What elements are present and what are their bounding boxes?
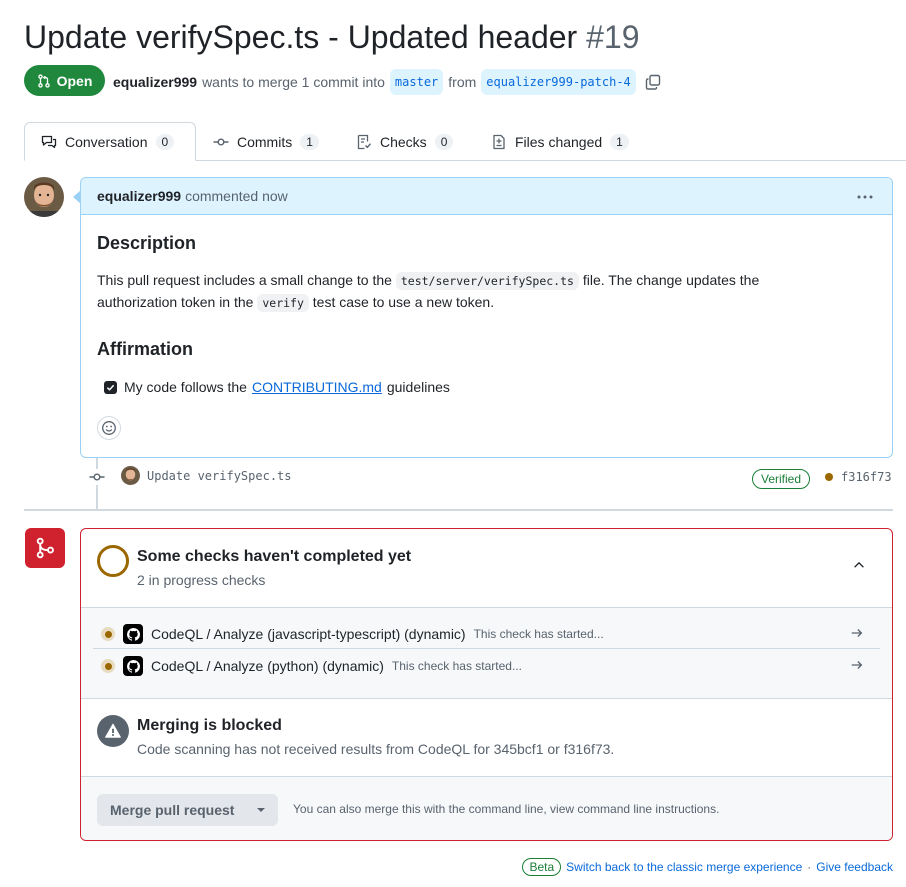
- base-branch[interactable]: master: [389, 69, 444, 95]
- pending-status-icon[interactable]: [825, 473, 833, 481]
- beta-badge: Beta: [522, 858, 562, 876]
- comment-author[interactable]: equalizer999: [97, 188, 181, 204]
- merge-pull-request-button[interactable]: Merge pull request: [97, 794, 278, 826]
- description-line-1: This pull request includes a small chang…: [97, 269, 759, 292]
- affirmation-heading: Affirmation: [97, 339, 193, 359]
- check-separator: [93, 648, 880, 649]
- tab-commits-count: 1: [300, 133, 319, 150]
- commit-icon: [213, 137, 229, 145]
- pr-meta: equalizer999 wants to merge 1 commit int…: [113, 69, 661, 95]
- blocked-title: Merging is blocked: [137, 717, 282, 734]
- kebab-menu-icon[interactable]: [856, 189, 874, 205]
- check-status: This check has started...: [473, 627, 604, 641]
- comment-time[interactable]: commented now: [185, 188, 288, 204]
- footer-separator: ·: [807, 860, 812, 874]
- head-branch[interactable]: equalizer999-patch-4: [481, 69, 636, 95]
- comment-box: equalizer999 commented now Description T…: [80, 177, 893, 458]
- desc-text-1a: This pull request includes a small chang…: [97, 272, 392, 288]
- chevron-down-icon[interactable]: [257, 808, 265, 812]
- tab-files-changed[interactable]: Files changed 1: [491, 122, 629, 161]
- checks-summary[interactable]: Some checks haven't completed yet 2 in p…: [81, 529, 892, 607]
- desc-text-1b: file. The change updates the: [582, 272, 760, 288]
- merge-hint: You can also merge this with the command…: [293, 802, 720, 816]
- tab-checks-label: Checks: [380, 133, 427, 150]
- check-icon: [106, 384, 115, 391]
- checklist-icon: [357, 134, 372, 149]
- conversation-icon: [41, 135, 57, 148]
- tab-conversation-label: Conversation: [65, 133, 148, 150]
- affirmation-text-a: My code follows the: [124, 379, 247, 395]
- description-heading: Description: [97, 233, 197, 253]
- pr-state-label: Open: [56, 72, 93, 89]
- avatar[interactable]: [24, 177, 64, 217]
- desc-code-file: test/server/verifySpec.ts: [395, 272, 579, 290]
- pr-state-badge: Open: [24, 65, 105, 96]
- github-logo-icon: [123, 656, 143, 676]
- alert-icon: [97, 715, 129, 747]
- smiley-icon: [102, 421, 116, 435]
- pr-author-link[interactable]: equalizer999: [113, 71, 197, 93]
- avatar-image: [24, 177, 64, 217]
- contributing-link[interactable]: CONTRIBUTING.md: [252, 376, 382, 398]
- arrow-right-icon[interactable]: [850, 658, 864, 672]
- checks-list: CodeQL / Analyze (javascript-typescript)…: [81, 607, 892, 699]
- tab-checks[interactable]: Checks 0: [356, 122, 454, 161]
- commit-row: Update verifySpec.ts: [121, 466, 292, 485]
- check-name: CodeQL / Analyze (python) (dynamic): [151, 658, 384, 674]
- tab-conversation-count: 0: [155, 133, 175, 150]
- commit-message-link[interactable]: Update verifySpec.ts: [147, 469, 292, 483]
- tab-checks-count: 0: [434, 133, 454, 150]
- pr-title: Update verifySpec.ts - Updated header #1…: [24, 17, 639, 57]
- check-status: This check has started...: [391, 659, 522, 673]
- copy-icon[interactable]: [645, 74, 661, 90]
- checks-title: Some checks haven't completed yet: [137, 548, 412, 565]
- checks-subtitle: 2 in progress checks: [137, 572, 266, 588]
- affirmation-text-b: guidelines: [386, 379, 450, 395]
- merge-status-icon: [25, 528, 65, 568]
- blocked-description: Code scanning has not received results f…: [137, 741, 615, 757]
- merge-button-label: Merge pull request: [110, 802, 235, 818]
- commit-icon: [89, 469, 105, 485]
- git-merge-icon: [36, 537, 54, 559]
- affirmation-item: My code follows the CONTRIBUTING.md guid…: [104, 376, 450, 398]
- merge-box: Some checks haven't completed yet 2 in p…: [80, 528, 893, 841]
- pr-from-text: from: [448, 74, 477, 90]
- merge-footer: Merge pull request You can also merge th…: [81, 776, 892, 840]
- git-pull-request-icon: [37, 73, 50, 88]
- tab-files-changed-count: 1: [610, 133, 629, 150]
- pending-status-icon: [101, 659, 115, 673]
- check-name: CodeQL / Analyze (javascript-typescript)…: [151, 626, 466, 642]
- timeline-divider: [24, 509, 893, 511]
- arrow-right-icon[interactable]: [850, 626, 864, 640]
- task-checkbox[interactable]: [104, 380, 117, 394]
- pr-merge-text: wants to merge 1 commit into: [202, 74, 385, 90]
- check-item[interactable]: CodeQL / Analyze (python) (dynamic) This…: [81, 651, 892, 681]
- file-diff-icon: [493, 134, 505, 149]
- pr-number: #19: [586, 19, 640, 55]
- commit-author-avatar[interactable]: [121, 466, 140, 485]
- give-feedback-link[interactable]: Give feedback: [816, 860, 893, 874]
- pr-title-text: Update verifySpec.ts - Updated header: [24, 19, 578, 55]
- verified-badge[interactable]: Verified: [752, 469, 811, 489]
- in-progress-ring-icon: [97, 545, 129, 577]
- desc-code-verify: verify: [257, 294, 309, 312]
- chevron-up-icon[interactable]: [852, 558, 866, 572]
- comment-header: equalizer999 commented now: [81, 178, 892, 215]
- merge-blocked-section: Merging is blocked Code scanning has not…: [81, 699, 892, 777]
- pending-status-icon: [101, 627, 115, 641]
- desc-text-2b: test case to use a new token.: [312, 294, 495, 310]
- commit-sha-link[interactable]: f316f73: [841, 470, 892, 484]
- tab-files-changed-label: Files changed: [515, 133, 603, 150]
- tab-conversation[interactable]: Conversation 0: [24, 122, 196, 161]
- github-logo-icon: [123, 624, 143, 644]
- merge-experience-footer: Beta Switch back to the classic merge ex…: [522, 858, 893, 876]
- tab-commits-label: Commits: [237, 133, 293, 150]
- check-item[interactable]: CodeQL / Analyze (javascript-typescript)…: [81, 619, 892, 649]
- desc-text-2a: authorization token in the: [97, 294, 254, 310]
- commit-sha: f316f73: [825, 470, 892, 484]
- classic-merge-link[interactable]: Switch back to the classic merge experie…: [566, 860, 802, 874]
- add-reaction-button[interactable]: [97, 416, 121, 440]
- description-line-2: authorization token in the verify test c…: [97, 291, 494, 314]
- tab-commits[interactable]: Commits 1: [213, 122, 319, 161]
